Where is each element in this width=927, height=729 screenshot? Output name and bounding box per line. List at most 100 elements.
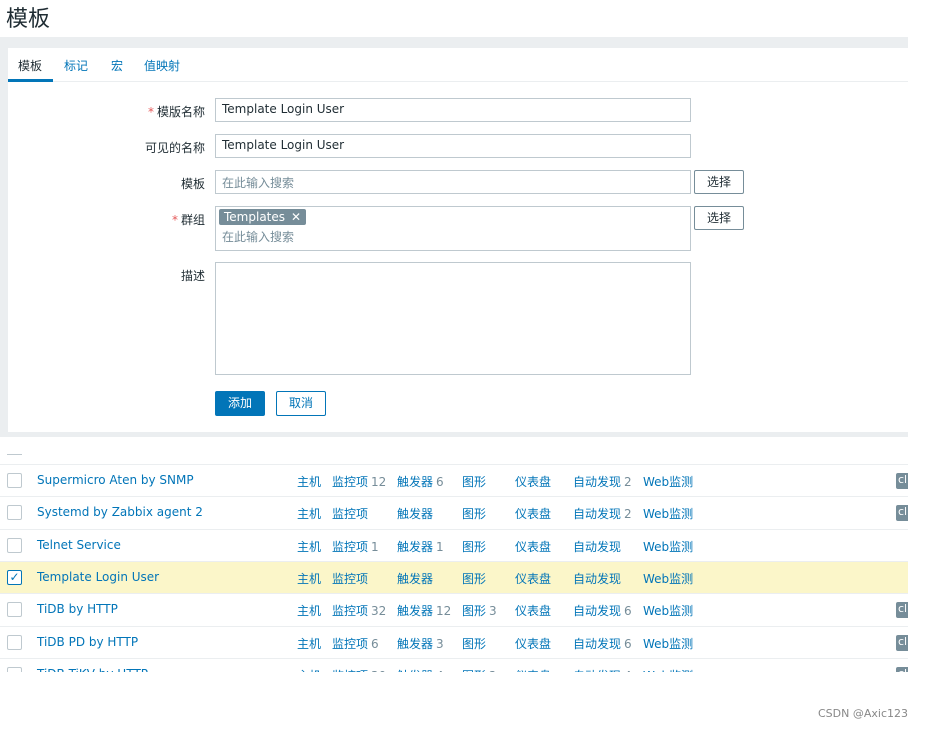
group-chip-label: Templates — [224, 210, 286, 224]
graphs-link[interactable]: 图形 — [462, 473, 489, 490]
page-title: 模板 — [6, 7, 51, 32]
discovery-link[interactable]: 自动发现 6 — [573, 635, 632, 652]
row-checkbox[interactable] — [7, 505, 22, 521]
groups-label: * 群组 — [172, 211, 205, 228]
hosts-link[interactable]: 主机 — [297, 602, 321, 619]
hosts-link[interactable]: 主机 — [297, 505, 321, 522]
add-button[interactable]: 添加 — [215, 391, 265, 416]
web-link[interactable]: Web监测 — [643, 667, 693, 672]
items-link[interactable]: 监控项 — [332, 505, 371, 522]
link-label: Web监测 — [643, 604, 694, 619]
link-label: 触发器 — [397, 604, 434, 619]
link-label: 触发器 — [397, 669, 433, 672]
web-link[interactable]: Web监测 — [643, 635, 693, 652]
graphs-link[interactable]: 图形 3 — [462, 602, 497, 619]
triggers-link[interactable]: 触发器 6 — [397, 473, 444, 490]
items-link[interactable]: 监控项 32 — [332, 602, 386, 619]
row-checkbox[interactable] — [7, 473, 22, 488]
row-checkbox[interactable] — [7, 634, 22, 650]
tab-tags[interactable]: 标记 — [64, 57, 88, 74]
items-link[interactable]: 监控项 6 — [332, 635, 379, 652]
hosts-link[interactable]: 主机 — [297, 538, 321, 555]
row-checkbox[interactable] — [7, 537, 22, 553]
template-name-link[interactable]: Supermicro Aten by SNMP — [37, 473, 194, 487]
row-checkbox[interactable] — [7, 666, 22, 672]
table-row: ✓ Template Login User 主机 监控项 触发器 图形 仪表盘 自动发现 Web… — [0, 560, 908, 594]
template-name-link[interactable]: TiDB TiKV by HTTP — [37, 667, 148, 672]
template-name-input[interactable]: Template Login User — [215, 98, 691, 122]
template-name-link[interactable]: Template Login User — [37, 570, 159, 584]
discovery-link[interactable]: 自动发现 — [573, 538, 624, 555]
items-link[interactable]: 监控项 — [332, 570, 371, 587]
dashboards-link[interactable]: 仪表盘 — [515, 570, 551, 587]
tab-macros[interactable]: 宏 — [111, 57, 123, 74]
discovery-link[interactable]: 自动发现 — [573, 570, 624, 587]
triggers-link[interactable]: 触发器 — [397, 570, 436, 587]
count: 4 — [436, 669, 444, 672]
link-label: 仪表盘 — [515, 571, 552, 586]
web-link[interactable]: Web监测 — [643, 473, 693, 490]
link-label: 图形 — [462, 636, 487, 651]
templates-select-button[interactable]: 选择 — [694, 170, 744, 194]
triggers-link[interactable]: 触发器4 — [397, 667, 444, 672]
dashboards-link[interactable]: 仪表盘 — [515, 538, 551, 555]
template-name-link[interactable]: TiDB PD by HTTP — [37, 635, 138, 649]
groups-multiselect[interactable]: Templates ✕ 在此输入搜索 — [215, 206, 691, 251]
row-checkbox[interactable] — [7, 602, 22, 618]
web-link[interactable]: Web监测 — [643, 538, 693, 555]
link-label: 自动发现 — [573, 539, 622, 554]
description-textarea[interactable] — [215, 262, 691, 375]
cancel-button[interactable]: 取消 — [276, 391, 326, 416]
triggers-link[interactable]: 触发器 1 — [397, 538, 444, 555]
web-link[interactable]: Web监测 — [643, 505, 693, 522]
dashboards-link[interactable]: 仪表盘 — [515, 505, 551, 522]
visible-name-input[interactable]: Template Login User — [215, 134, 691, 158]
groups-select-button[interactable]: 选择 — [694, 206, 744, 230]
dashboards-link[interactable]: 仪表盘 — [515, 667, 551, 672]
tab-template[interactable]: 模板 — [18, 57, 42, 74]
web-link[interactable]: Web监测 — [643, 570, 693, 587]
template-name-link[interactable]: Telnet Service — [37, 538, 121, 552]
triggers-link[interactable]: 触发器 — [397, 505, 436, 522]
tag-badge: cl — [896, 634, 908, 651]
dashboards-link[interactable]: 仪表盘 — [515, 602, 551, 619]
triggers-link[interactable]: 触发器 12 — [397, 602, 451, 619]
template-name-link[interactable]: Systemd by Zabbix agent 2 — [37, 505, 203, 519]
discovery-link[interactable]: 自动发现4 — [573, 667, 632, 672]
hosts-link[interactable]: 主机 — [297, 635, 321, 652]
templates-search-input[interactable]: 在此输入搜索 — [215, 170, 691, 194]
graphs-link[interactable]: 图形 — [462, 570, 489, 587]
triggers-link[interactable]: 触发器 3 — [397, 635, 444, 652]
groups-search-input[interactable]: 在此输入搜索 — [219, 228, 687, 245]
graphs-link[interactable]: 图形 — [462, 635, 489, 652]
link-label: 监控项 — [332, 669, 368, 672]
description-label: 描述 — [180, 269, 205, 283]
graphs-link[interactable]: 图形2 — [462, 667, 497, 672]
discovery-link[interactable]: 自动发现 2 — [573, 473, 632, 490]
link-label: 仪表盘 — [515, 507, 552, 522]
hosts-link[interactable]: 主机 — [297, 570, 321, 587]
discovery-link[interactable]: 自动发现 6 — [573, 602, 632, 619]
template-list: Supermicro Aten by SNMP 主机 监控项 12 触发器 6 图形 仪表盘自… — [0, 448, 908, 672]
link-label: 自动发现 — [573, 636, 622, 651]
visible-name-label: 可见的名称 — [144, 141, 205, 155]
tab-value-mapping[interactable]: 值映射 — [144, 57, 180, 74]
graphs-link[interactable]: 图形 — [462, 538, 489, 555]
hosts-link[interactable]: 主机 — [297, 473, 321, 490]
template-name-link[interactable]: TiDB by HTTP — [37, 602, 118, 616]
discovery-link[interactable]: 自动发现 2 — [573, 505, 632, 522]
web-link[interactable]: Web监测 — [643, 602, 693, 619]
link-label: 主机 — [297, 669, 321, 672]
items-link[interactable]: 监控项30 — [332, 667, 386, 672]
remove-chip-icon[interactable]: ✕ — [291, 210, 301, 224]
items-link[interactable]: 监控项 1 — [332, 538, 379, 555]
header-checkbox[interactable] — [7, 454, 22, 455]
hosts-link[interactable]: 主机 — [297, 667, 321, 672]
graphs-link[interactable]: 图形 — [462, 505, 489, 522]
link-label: 仪表盘 — [515, 636, 552, 651]
dashboards-link[interactable]: 仪表盘 — [515, 635, 551, 652]
row-checkbox[interactable]: ✓ — [7, 569, 22, 585]
items-link[interactable]: 监控项 12 — [332, 473, 386, 490]
dashboards-link[interactable]: 仪表盘 — [515, 473, 551, 490]
link-label: 主机 — [297, 636, 322, 651]
